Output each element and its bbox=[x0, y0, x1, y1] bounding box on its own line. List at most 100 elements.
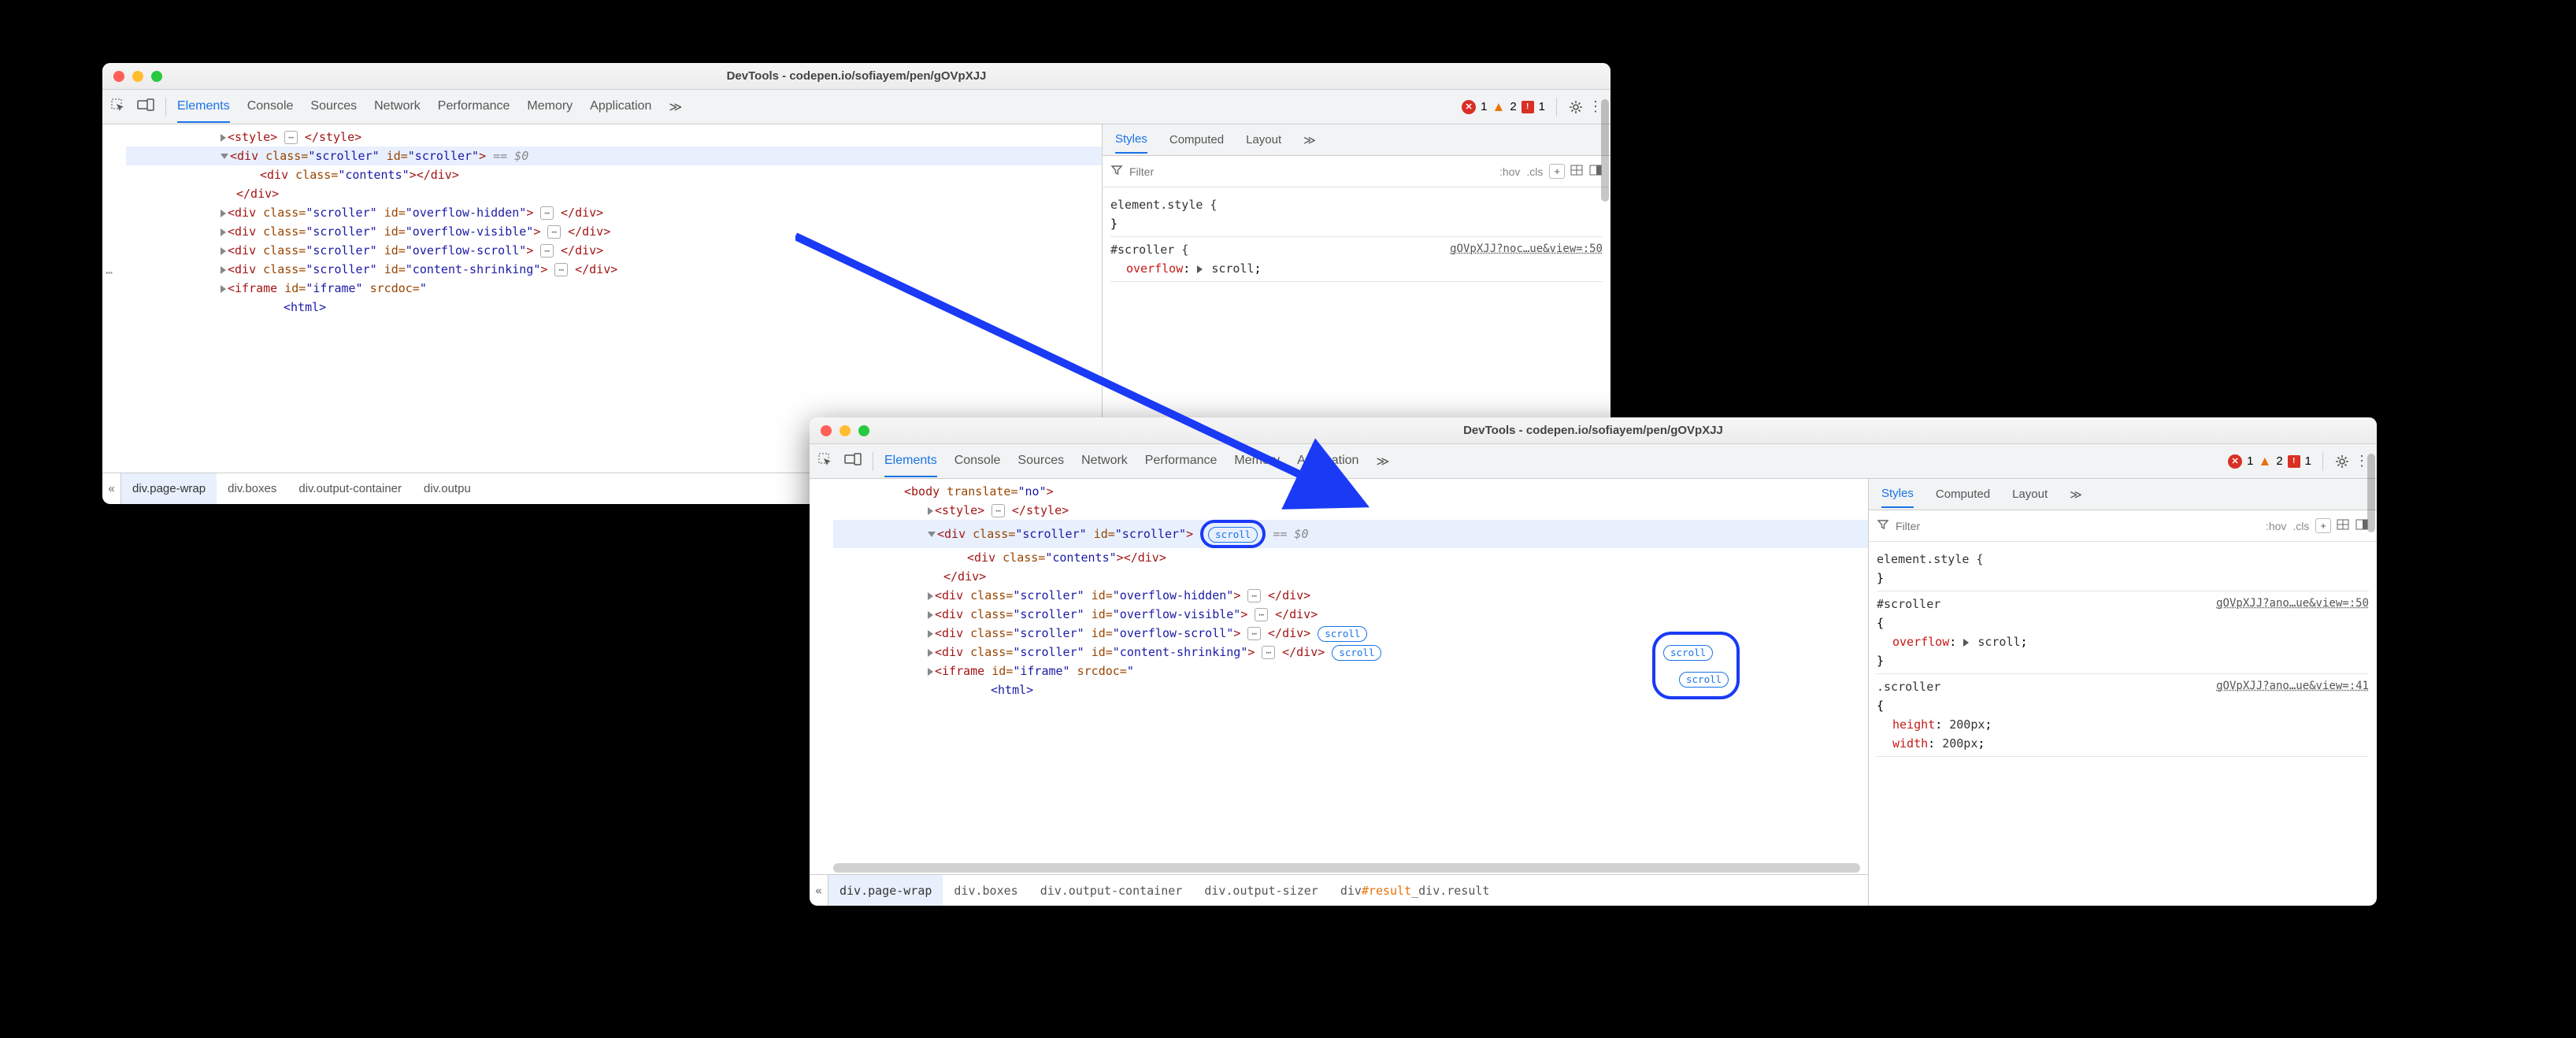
expand-icon[interactable] bbox=[928, 630, 933, 638]
collapse-icon[interactable] bbox=[928, 532, 936, 537]
tab-memory[interactable]: Memory bbox=[1234, 446, 1280, 477]
tab-console[interactable]: Console bbox=[954, 446, 1001, 477]
tabs-overflow[interactable]: ≫ bbox=[669, 91, 682, 123]
expand-icon[interactable] bbox=[1197, 265, 1203, 273]
side-tab-computed[interactable]: Computed bbox=[1169, 127, 1224, 153]
inspect-icon[interactable] bbox=[817, 452, 833, 470]
tab-sources[interactable]: Sources bbox=[1017, 446, 1064, 477]
scroll-badge[interactable]: scroll bbox=[1208, 527, 1258, 543]
flexbox-editor-icon[interactable] bbox=[2336, 518, 2350, 533]
scrollbar[interactable] bbox=[833, 863, 1860, 873]
funnel-icon[interactable] bbox=[1110, 164, 1123, 179]
breadcrumb-item[interactable]: div.output-sizer bbox=[1193, 875, 1329, 906]
ellipsis-icon[interactable]: ⋯ bbox=[1255, 608, 1268, 621]
expand-icon[interactable] bbox=[221, 247, 226, 255]
side-tab-styles[interactable]: Styles bbox=[1881, 480, 1914, 508]
tab-sources[interactable]: Sources bbox=[310, 91, 357, 123]
device-icon[interactable] bbox=[137, 98, 154, 115]
new-style-button[interactable]: + bbox=[2315, 518, 2331, 533]
warning-icon[interactable]: ▲ bbox=[1492, 99, 1505, 115]
tab-application[interactable]: Application bbox=[590, 91, 651, 123]
breadcrumb-item[interactable]: div.boxes bbox=[217, 473, 287, 504]
tab-elements[interactable]: Elements bbox=[177, 91, 230, 123]
ellipsis-icon[interactable]: ⋯ bbox=[540, 244, 554, 258]
side-tab-computed[interactable]: Computed bbox=[1936, 481, 1990, 507]
ellipsis-icon[interactable]: ⋯ bbox=[547, 225, 561, 239]
hov-button[interactable]: :hov bbox=[1499, 165, 1520, 178]
tab-network[interactable]: Network bbox=[1081, 446, 1128, 477]
expand-icon[interactable] bbox=[221, 134, 226, 142]
expand-icon[interactable] bbox=[928, 668, 933, 676]
warning-icon[interactable]: ▲ bbox=[2258, 454, 2271, 469]
cls-button[interactable]: .cls bbox=[2292, 520, 2309, 532]
ellipsis-icon[interactable]: ⋯ bbox=[540, 206, 554, 220]
issue-badge[interactable]: ! bbox=[1522, 101, 1534, 113]
minimize-icon[interactable] bbox=[132, 71, 143, 82]
error-badge[interactable]: ✕ bbox=[1462, 100, 1476, 114]
device-icon[interactable] bbox=[844, 453, 862, 469]
expand-icon[interactable] bbox=[221, 285, 226, 293]
breadcrumb-prev-icon[interactable]: « bbox=[102, 473, 121, 504]
breadcrumb-item[interactable]: div.page-wrap bbox=[121, 473, 217, 504]
zoom-icon[interactable] bbox=[151, 71, 162, 82]
source-link[interactable]: gOVpXJJ?ano…ue&view=:50 bbox=[2216, 595, 2369, 612]
filter-input[interactable] bbox=[1896, 520, 2259, 532]
settings-icon[interactable] bbox=[2334, 454, 2350, 469]
ellipsis-icon[interactable]: ⋯ bbox=[284, 131, 298, 144]
ellipsis-icon[interactable]: ⋯ bbox=[1262, 646, 1275, 659]
hov-button[interactable]: :hov bbox=[2266, 520, 2286, 532]
tab-performance[interactable]: Performance bbox=[1145, 446, 1218, 477]
error-badge[interactable]: ✕ bbox=[2228, 454, 2242, 469]
expand-icon[interactable] bbox=[928, 611, 933, 619]
expand-icon[interactable] bbox=[928, 649, 933, 657]
expand-icon[interactable] bbox=[928, 507, 933, 515]
expand-icon[interactable] bbox=[928, 592, 933, 600]
side-tab-layout[interactable]: Layout bbox=[1246, 127, 1281, 153]
breadcrumb-item[interactable]: div.page-wrap bbox=[828, 875, 943, 906]
zoom-icon[interactable] bbox=[858, 425, 869, 436]
funnel-icon[interactable] bbox=[1877, 518, 1889, 533]
breadcrumb-item[interactable]: div.outpu bbox=[413, 473, 482, 504]
tab-application[interactable]: Application bbox=[1297, 446, 1358, 477]
inspect-icon[interactable] bbox=[110, 98, 126, 116]
source-link[interactable]: gOVpXJJ?ano…ue&view=:41 bbox=[2216, 677, 2369, 695]
breadcrumb-item[interactable]: div.output-container bbox=[287, 473, 413, 504]
close-icon[interactable] bbox=[113, 71, 124, 82]
cls-button[interactable]: .cls bbox=[1526, 165, 1543, 178]
side-tabs-overflow[interactable]: ≫ bbox=[2070, 481, 2082, 508]
tab-memory[interactable]: Memory bbox=[527, 91, 573, 123]
scrollbar[interactable] bbox=[1601, 99, 1609, 202]
styles-rules[interactable]: element.style { } #scrollergOVpXJJ?ano…u… bbox=[1869, 542, 2377, 906]
tab-console[interactable]: Console bbox=[247, 91, 294, 123]
expand-icon[interactable] bbox=[221, 266, 226, 274]
issue-badge[interactable]: ! bbox=[2288, 455, 2300, 468]
expand-icon[interactable] bbox=[221, 209, 226, 217]
minimize-icon[interactable] bbox=[840, 425, 851, 436]
side-tabs-overflow[interactable]: ≫ bbox=[1303, 127, 1316, 154]
expand-icon[interactable] bbox=[1963, 639, 1969, 647]
scroll-badge[interactable]: scroll bbox=[1332, 645, 1381, 661]
expand-icon[interactable] bbox=[221, 228, 226, 236]
tab-network[interactable]: Network bbox=[374, 91, 421, 123]
side-tab-styles[interactable]: Styles bbox=[1115, 126, 1147, 154]
scrollbar[interactable] bbox=[2367, 454, 2375, 532]
tabs-overflow[interactable]: ≫ bbox=[1376, 446, 1389, 477]
ellipsis-icon[interactable]: ⋯ bbox=[991, 504, 1005, 517]
new-style-button[interactable]: + bbox=[1549, 164, 1565, 179]
breadcrumb-item[interactable]: div#result_div.result bbox=[1329, 875, 1501, 906]
close-icon[interactable] bbox=[821, 425, 832, 436]
settings-icon[interactable] bbox=[1568, 99, 1584, 115]
breadcrumb-prev-icon[interactable]: « bbox=[810, 875, 828, 906]
ellipsis-icon[interactable]: ⋯ bbox=[554, 263, 568, 276]
ellipsis-icon[interactable]: ⋯ bbox=[1247, 589, 1261, 602]
source-link[interactable]: gOVpXJJ?noc…ue&view=:50 bbox=[1450, 240, 1603, 258]
ellipsis-icon[interactable]: ⋯ bbox=[1247, 627, 1261, 640]
flexbox-editor-icon[interactable] bbox=[1570, 164, 1584, 179]
tab-performance[interactable]: Performance bbox=[438, 91, 510, 123]
breadcrumb-item[interactable]: div.boxes bbox=[943, 875, 1029, 906]
elements-tree[interactable]: <body translate="no"> <style> ⋯ </style>… bbox=[810, 479, 1868, 906]
tab-elements[interactable]: Elements bbox=[884, 446, 937, 477]
side-tab-layout[interactable]: Layout bbox=[2012, 481, 2048, 507]
filter-input[interactable] bbox=[1129, 165, 1493, 178]
breadcrumb-item[interactable]: div.output-container bbox=[1029, 875, 1194, 906]
